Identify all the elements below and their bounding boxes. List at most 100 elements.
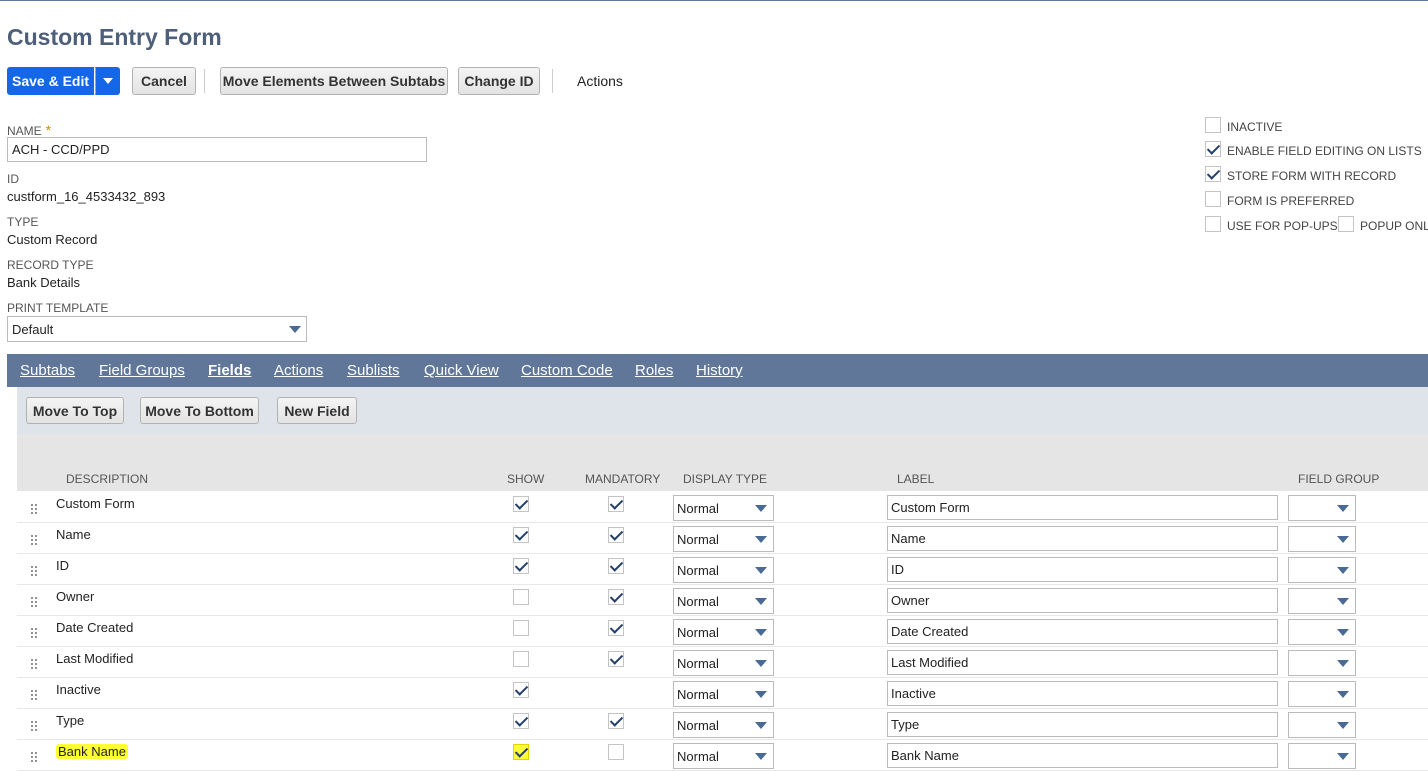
drag-handle-icon[interactable]: [30, 720, 38, 731]
table-row[interactable]: Custom Form Normal: [17, 492, 1428, 523]
table-row[interactable]: Bank Name Normal: [17, 740, 1428, 771]
checkbox[interactable]: [1205, 166, 1221, 182]
label-input[interactable]: [887, 681, 1278, 706]
mandatory-checkbox[interactable]: [608, 496, 624, 512]
move-to-top-button[interactable]: Move To Top: [26, 397, 124, 424]
tab-custom-code[interactable]: Custom Code: [521, 362, 613, 379]
table-row[interactable]: Type Normal: [17, 709, 1428, 740]
tab-sublists[interactable]: Sublists: [347, 362, 400, 379]
tab-subtabs[interactable]: Subtabs: [20, 362, 75, 379]
display-type-select[interactable]: Normal: [673, 557, 774, 583]
field-group-select[interactable]: [1288, 495, 1356, 521]
tab-fields[interactable]: Fields: [208, 362, 251, 379]
label-input[interactable]: [887, 712, 1278, 737]
move-to-bottom-button[interactable]: Move To Bottom: [140, 397, 259, 424]
show-checkbox[interactable]: [513, 589, 529, 605]
display-type-select[interactable]: Normal: [673, 650, 774, 676]
option-inactive[interactable]: INACTIVE: [1205, 116, 1282, 134]
label-input[interactable]: [887, 495, 1278, 520]
name-input[interactable]: [7, 137, 427, 162]
save-options-dropdown-button[interactable]: [95, 67, 120, 95]
mandatory-checkbox[interactable]: [608, 713, 624, 729]
option-use-for-popups[interactable]: USE FOR POP-UPS: [1205, 215, 1338, 233]
display-type-select[interactable]: Normal: [673, 526, 774, 552]
field-group-select[interactable]: [1288, 619, 1356, 645]
new-field-button[interactable]: New Field: [277, 397, 357, 424]
checkbox[interactable]: [1205, 117, 1221, 133]
checkbox[interactable]: [1338, 216, 1354, 232]
show-checkbox[interactable]: [513, 713, 529, 729]
option-popup-only[interactable]: POPUP ONL: [1338, 215, 1428, 233]
show-checkbox[interactable]: [513, 527, 529, 543]
checkbox[interactable]: [1205, 191, 1221, 207]
field-group-select[interactable]: [1288, 526, 1356, 552]
field-description: ID: [56, 558, 69, 573]
table-row[interactable]: ID Normal: [17, 554, 1428, 585]
move-elements-button[interactable]: Move Elements Between Subtabs: [220, 67, 448, 95]
show-checkbox[interactable]: [513, 682, 529, 698]
drag-handle-icon[interactable]: [30, 565, 38, 576]
cancel-button[interactable]: Cancel: [132, 67, 196, 95]
show-checkbox[interactable]: [513, 744, 529, 760]
tab-roles[interactable]: Roles: [635, 362, 673, 379]
label-input[interactable]: [887, 619, 1278, 644]
column-mandatory: MANDATORY: [585, 472, 661, 486]
display-type-select[interactable]: Normal: [673, 619, 774, 645]
option-enable-field-editing[interactable]: ENABLE FIELD EDITING ON LISTS: [1205, 140, 1422, 158]
tab-actions[interactable]: Actions: [274, 362, 323, 379]
table-row[interactable]: Inactive Normal: [17, 678, 1428, 709]
display-type-select[interactable]: Normal: [673, 712, 774, 738]
table-row[interactable]: Last Modified Normal: [17, 647, 1428, 678]
drag-handle-icon[interactable]: [30, 627, 38, 638]
actions-menu[interactable]: Actions: [577, 73, 623, 89]
option-store-form-with-record[interactable]: STORE FORM WITH RECORD: [1205, 165, 1396, 183]
drag-handle-icon[interactable]: [30, 534, 38, 545]
label-input[interactable]: [887, 588, 1278, 613]
print-template-value: Default: [12, 322, 54, 337]
show-checkbox[interactable]: [513, 620, 529, 636]
display-type-select[interactable]: Normal: [673, 495, 774, 521]
field-group-select[interactable]: [1288, 650, 1356, 676]
mandatory-checkbox[interactable]: [608, 527, 624, 543]
label-input[interactable]: [887, 743, 1278, 768]
display-type-select[interactable]: Normal: [673, 743, 774, 769]
label-input[interactable]: [887, 526, 1278, 551]
label-input[interactable]: [887, 650, 1278, 675]
drag-handle-icon[interactable]: [30, 689, 38, 700]
table-row[interactable]: Owner Normal: [17, 585, 1428, 616]
chevron-down-icon: [755, 536, 767, 543]
field-group-select[interactable]: [1288, 588, 1356, 614]
option-label: STORE FORM WITH RECORD: [1227, 169, 1397, 183]
mandatory-checkbox[interactable]: [608, 744, 624, 760]
field-group-select[interactable]: [1288, 681, 1356, 707]
field-group-select[interactable]: [1288, 743, 1356, 769]
change-id-button[interactable]: Change ID: [458, 67, 540, 95]
field-group-select[interactable]: [1288, 712, 1356, 738]
table-row[interactable]: Date Created Normal: [17, 616, 1428, 647]
show-checkbox[interactable]: [513, 558, 529, 574]
display-type-select[interactable]: Normal: [673, 588, 774, 614]
print-template-select[interactable]: Default: [7, 316, 307, 342]
tab-quick-view[interactable]: Quick View: [424, 362, 499, 379]
mandatory-checkbox[interactable]: [608, 651, 624, 667]
drag-handle-icon[interactable]: [30, 751, 38, 762]
option-form-is-preferred[interactable]: FORM IS PREFERRED: [1205, 190, 1354, 208]
field-group-select[interactable]: [1288, 557, 1356, 583]
mandatory-checkbox[interactable]: [608, 620, 624, 636]
tab-field-groups[interactable]: Field Groups: [99, 362, 185, 379]
table-row[interactable]: Name Normal: [17, 523, 1428, 554]
checkbox[interactable]: [1205, 216, 1221, 232]
field-description: Last Modified: [56, 651, 134, 666]
mandatory-checkbox[interactable]: [608, 558, 624, 574]
checkbox[interactable]: [1205, 141, 1221, 157]
show-checkbox[interactable]: [513, 496, 529, 512]
drag-handle-icon[interactable]: [30, 596, 38, 607]
mandatory-checkbox[interactable]: [608, 589, 624, 605]
save-edit-button[interactable]: Save & Edit: [7, 67, 94, 95]
label-input[interactable]: [887, 557, 1278, 582]
tab-history[interactable]: History: [696, 362, 743, 379]
show-checkbox[interactable]: [513, 651, 529, 667]
drag-handle-icon[interactable]: [30, 503, 38, 514]
display-type-select[interactable]: Normal: [673, 681, 774, 707]
drag-handle-icon[interactable]: [30, 658, 38, 669]
